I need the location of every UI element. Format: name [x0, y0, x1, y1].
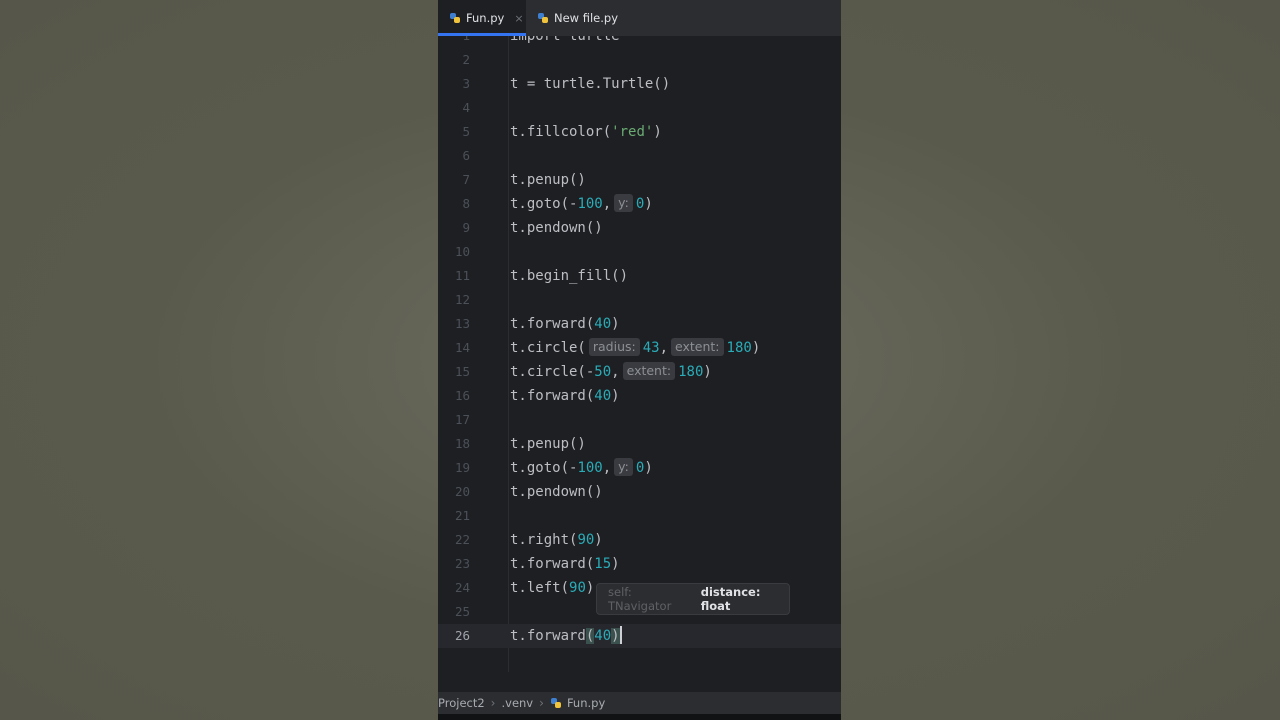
line-number: 23: [454, 556, 470, 571]
chevron-right-icon: ›: [539, 696, 544, 710]
line-number: 11: [454, 268, 470, 283]
code-line[interactable]: 4: [438, 96, 841, 120]
line-number: 15: [454, 364, 470, 379]
inlay-hint: y:: [614, 194, 633, 212]
breadcrumb-item-venv[interactable]: .venv: [501, 696, 533, 710]
line-number: 2: [462, 52, 470, 67]
code-text: t.forward(40): [510, 626, 622, 644]
parameter-info-tooltip: self: TNavigator distance: float: [596, 583, 790, 615]
code-line[interactable]: 7 t.penup(): [438, 168, 841, 192]
python-icon: [450, 13, 460, 23]
code-text: t.forward(40): [510, 388, 620, 404]
code-line[interactable]: 18 t.penup(): [438, 432, 841, 456]
line-number: 20: [454, 484, 470, 499]
code-line[interactable]: 20 t.pendown(): [438, 480, 841, 504]
code-text: t.circle(radius: 43, extent: 180): [510, 338, 761, 356]
code-line[interactable]: 12: [438, 288, 841, 312]
code-text: t.fillcolor('red'): [510, 124, 662, 140]
line-number: 22: [454, 532, 470, 547]
code-line[interactable]: 21: [438, 504, 841, 528]
breadcrumb-label: Fun.py: [566, 696, 606, 710]
code-editor[interactable]: 1import turtle23t = turtle.Turtle()45t.f…: [438, 36, 841, 672]
code-line[interactable]: 16 t.forward(40): [438, 384, 841, 408]
tab-label: New file.py: [554, 11, 619, 25]
code-line[interactable]: 23 t.forward(15): [438, 552, 841, 576]
line-number: 17: [454, 412, 470, 427]
line-number: 7: [462, 172, 470, 187]
code-line[interactable]: 26 t.forward(40): [438, 624, 841, 648]
code-line[interactable]: 17: [438, 408, 841, 432]
code-line[interactable]: 5 t.fillcolor('red'): [438, 120, 841, 144]
inlay-hint: extent:: [622, 362, 676, 380]
breadcrumb-label: Project2: [438, 696, 485, 710]
code-text: import turtle: [510, 36, 620, 44]
line-number: 19: [454, 460, 470, 475]
code-line[interactable]: 3 t = turtle.Turtle(): [438, 72, 841, 96]
python-icon: [550, 698, 561, 708]
inlay-hint: radius:: [588, 338, 640, 356]
line-number: 10: [454, 244, 470, 259]
code-text: t.penup(): [510, 172, 586, 188]
line-number: 21: [454, 508, 470, 523]
chevron-right-icon: ›: [490, 696, 496, 710]
breadcrumb: Project2 › .venv › Fun.py: [438, 692, 841, 714]
code-text: t.begin_fill(): [510, 268, 629, 284]
editor-tabbar: Fun.py × New file.py: [438, 0, 841, 37]
tooltip-param-prefix: self: TNavigator: [608, 585, 672, 613]
code-line[interactable]: 14 t.circle(radius: 43, extent: 180): [438, 336, 841, 360]
line-number: 9: [462, 220, 470, 235]
line-number: 8: [462, 196, 470, 211]
code-text: t.left(90): [510, 580, 595, 596]
code-line[interactable]: 1 import turtle: [438, 36, 841, 48]
breadcrumb-item-project[interactable]: Project2: [438, 696, 485, 710]
code-line[interactable]: 11 t.begin_fill(): [438, 264, 841, 288]
close-icon[interactable]: ×: [514, 12, 523, 25]
breadcrumb-item-file[interactable]: Fun.py: [550, 696, 605, 710]
code-line[interactable]: 8 t.goto(-100, y: 0): [438, 192, 841, 216]
line-number: 16: [454, 388, 470, 403]
line-number: 13: [454, 316, 470, 331]
line-number: 5: [462, 124, 470, 139]
code-line[interactable]: 6: [438, 144, 841, 168]
tab-label: Fun.py: [466, 11, 505, 25]
code-line[interactable]: 22 t.right(90): [438, 528, 841, 552]
code-line[interactable]: 15 t.circle(-50, extent: 180): [438, 360, 841, 384]
inlay-hint: y:: [614, 458, 633, 476]
code-text: t.forward(40): [510, 316, 620, 332]
inlay-hint: extent:: [671, 338, 724, 356]
tab-fun-py[interactable]: Fun.py ×: [438, 0, 526, 36]
code-text: t.forward(15): [510, 556, 620, 572]
line-number: 18: [454, 436, 470, 451]
code-text: t.pendown(): [510, 220, 603, 236]
code-line[interactable]: 10: [438, 240, 841, 264]
ide-window: Fun.py × New file.py 1import turtle23t =…: [438, 0, 841, 720]
code-text: t.penup(): [510, 436, 586, 452]
code-text: t.pendown(): [510, 484, 603, 500]
line-number: 26: [454, 628, 470, 643]
line-number: 14: [454, 340, 470, 355]
line-number: 12: [454, 292, 470, 307]
code-text: t.goto(-100, y: 0): [510, 458, 653, 476]
bottom-edge: [438, 714, 841, 720]
code-line[interactable]: 19 t.goto(-100, y: 0): [438, 456, 841, 480]
line-number: 1: [438, 36, 470, 48]
code-text: t.right(90): [510, 532, 603, 548]
code-line[interactable]: 9 t.pendown(): [438, 216, 841, 240]
line-number: 25: [454, 604, 470, 619]
line-number: 4: [462, 100, 470, 115]
code-text: t.goto(-100, y: 0): [510, 194, 653, 212]
line-number: 3: [462, 76, 470, 91]
breadcrumb-label: .venv: [501, 696, 534, 710]
tab-new-file-py[interactable]: New file.py: [526, 0, 666, 36]
code-line[interactable]: 13 t.forward(40): [438, 312, 841, 336]
tooltip-param-main: distance: float: [700, 585, 761, 613]
code-line[interactable]: 2: [438, 48, 841, 72]
code-text: t = turtle.Turtle(): [510, 76, 671, 92]
code-text: t.circle(-50, extent: 180): [510, 362, 712, 380]
line-number: 24: [454, 580, 470, 595]
text-cursor: [619, 626, 622, 644]
line-number: 6: [462, 148, 470, 163]
python-icon: [538, 13, 548, 23]
